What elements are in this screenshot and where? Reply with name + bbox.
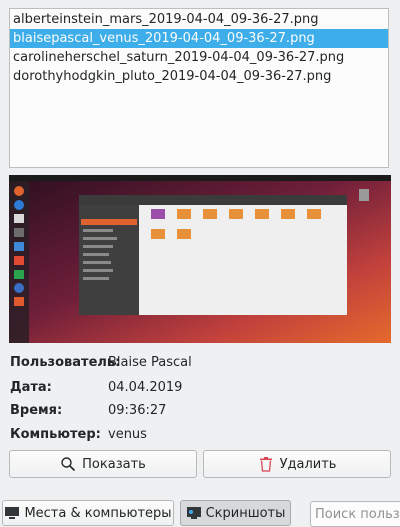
tab-screenshots-label: Скриншоты [205,505,286,521]
computer-icon [4,506,20,520]
trash-icon [258,456,274,472]
file-list-item[interactable]: carolineherschel_saturn_2019-04-04_09-36… [10,48,388,67]
time-value: 09:36:27 [108,403,167,418]
file-list-item-selected[interactable]: blaisepascal_venus_2019-04-04_09-36-27.p… [10,29,388,48]
screenshot-preview [9,175,391,343]
user-search-input[interactable] [310,501,400,527]
camera-icon [186,506,202,520]
delete-button[interactable]: Удалить [203,450,391,478]
time-label: Время: [10,403,63,418]
user-value: Blaise Pascal [108,355,192,370]
screenshot-file-list[interactable]: alberteinstein_mars_2019-04-04_09-36-27.… [9,8,389,168]
show-button[interactable]: Показать [9,450,197,478]
show-button-label: Показать [82,456,146,472]
computer-label: Компьютер: [10,427,101,442]
user-label: Пользователь: [10,355,121,370]
computer-value: venus [108,427,147,442]
delete-button-label: Удалить [279,456,337,472]
tab-screenshots[interactable]: Скриншоты [180,500,291,526]
search-icon [60,456,76,472]
screenshot-thumbnail-image [9,175,391,343]
file-list-item[interactable]: dorothyhodgkin_pluto_2019-04-04_09-36-27… [10,67,388,86]
tab-places-label: Места & компьютеры [24,505,172,521]
tab-places[interactable]: Места & компьютеры [2,500,174,526]
date-value: 04.04.2019 [108,380,183,395]
date-label: Дата: [10,380,52,395]
file-list-item[interactable]: alberteinstein_mars_2019-04-04_09-36-27.… [10,10,388,29]
